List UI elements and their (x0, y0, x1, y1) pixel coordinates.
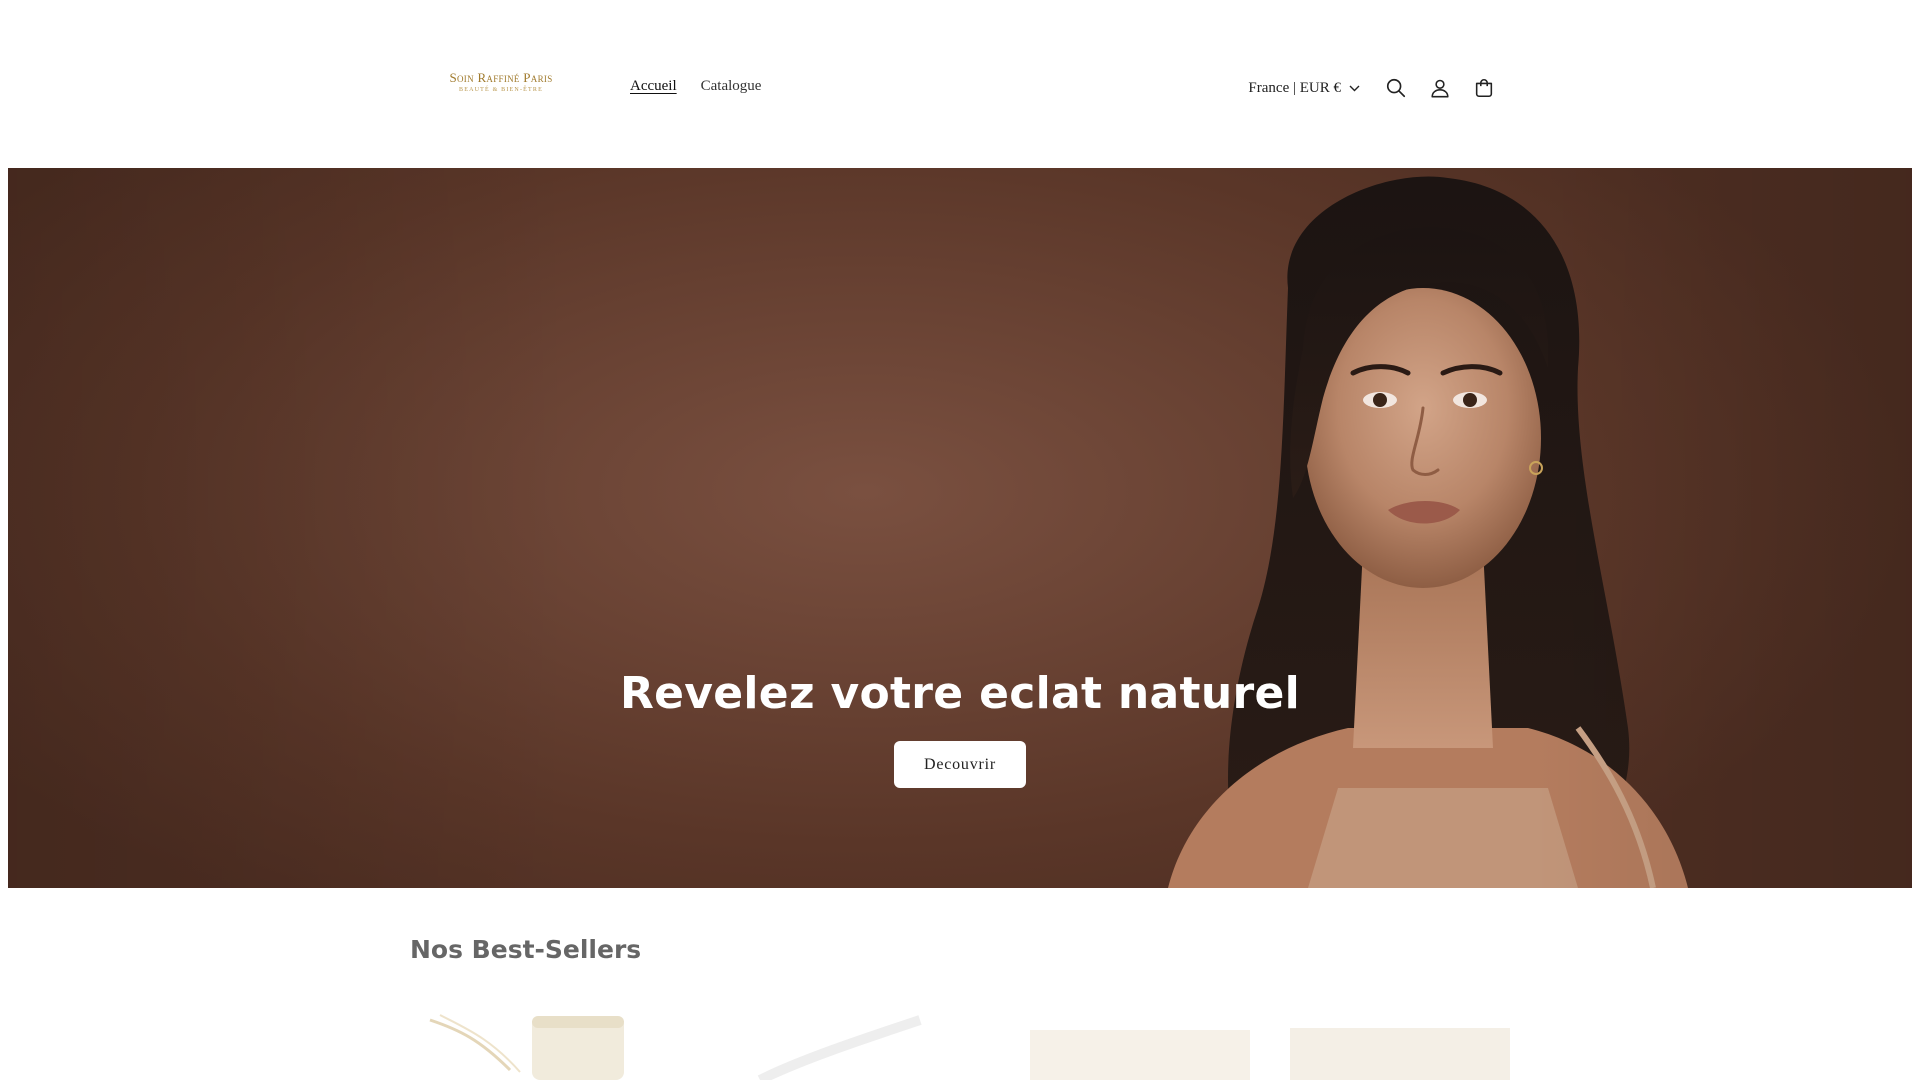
discover-button[interactable]: Decouvrir (893, 741, 1027, 788)
bestsellers-section: Nos Best-Sellers (410, 935, 641, 964)
hero-banner: Revelez votre eclat naturel Decouvrir (8, 168, 1912, 888)
header-actions: France | EUR € (1248, 70, 1506, 106)
locale-selector[interactable]: France | EUR € (1248, 80, 1360, 97)
brand-name: Soin Raffiné Paris (449, 70, 553, 85)
search-icon[interactable] (1374, 66, 1418, 110)
brand-tagline: BEAUTÉ & BIEN-ÊTRE (459, 87, 543, 93)
brand-logo[interactable]: Soin Raffiné Paris BEAUTÉ & BIEN-ÊTRE (446, 70, 556, 108)
section-title: Nos Best-Sellers (410, 935, 642, 964)
account-icon[interactable] (1418, 66, 1462, 110)
hero-content: Revelez votre eclat naturel Decouvrir (8, 668, 1912, 788)
product-image[interactable] (1290, 1010, 1510, 1080)
product-image[interactable] (1030, 1010, 1250, 1080)
product-image[interactable] (420, 1010, 630, 1080)
cart-icon[interactable] (1462, 66, 1506, 110)
product-grid (410, 1010, 1510, 1080)
nav-item-catalogue[interactable]: Catalogue (701, 78, 762, 95)
hero-title: Revelez votre eclat naturel (619, 668, 1301, 719)
product-image[interactable] (740, 1010, 970, 1080)
site-header: Soin Raffiné Paris BEAUTÉ & BIEN-ÊTRE Ac… (0, 0, 1920, 168)
nav-item-accueil[interactable]: Accueil (630, 78, 677, 95)
chevron-down-icon (1349, 80, 1360, 97)
main-nav: Accueil Catalogue (630, 78, 761, 95)
locale-label: France | EUR € (1248, 79, 1341, 96)
